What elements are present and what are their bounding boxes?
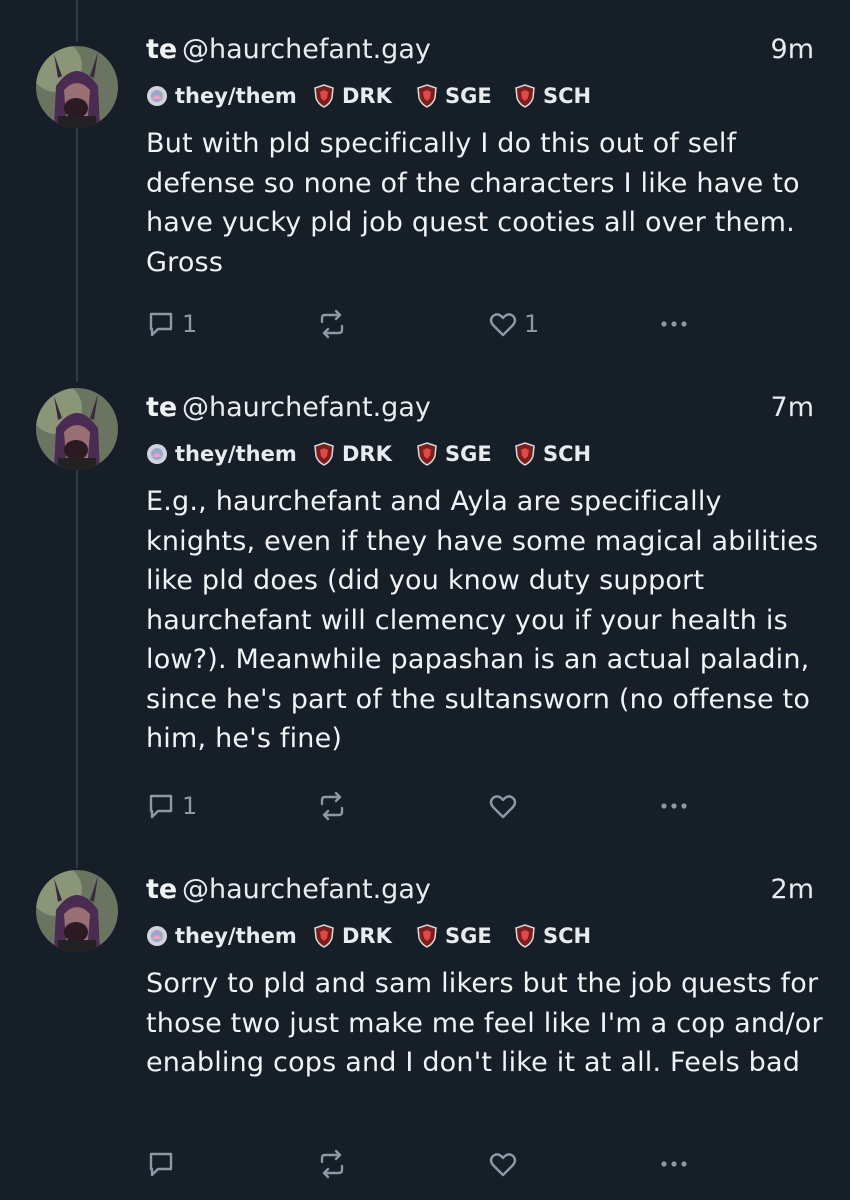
heart-icon bbox=[489, 1153, 517, 1177]
job-badge-drk: DRK bbox=[313, 438, 392, 470]
repost-button[interactable] bbox=[316, 786, 354, 826]
post-text: Sorry to pld and sam likers but the job … bbox=[146, 968, 823, 1078]
like-button[interactable]: 1 bbox=[488, 304, 539, 344]
job-label: DRK bbox=[342, 924, 392, 948]
heart-icon bbox=[489, 795, 517, 819]
job-label: SCH bbox=[543, 442, 592, 466]
job-label: DRK bbox=[342, 442, 392, 466]
avatar[interactable] bbox=[36, 870, 118, 952]
job-label: SGE bbox=[445, 442, 492, 466]
pronoun-badge: they/them bbox=[146, 80, 297, 112]
job-label: DRK bbox=[342, 84, 392, 108]
timestamp[interactable]: 9m bbox=[771, 30, 814, 70]
like-button[interactable] bbox=[488, 786, 524, 826]
reply-icon bbox=[149, 794, 173, 819]
shield-badge-icon bbox=[417, 924, 437, 948]
display-name[interactable]: te bbox=[146, 30, 177, 70]
job-badge-drk: DRK bbox=[313, 920, 392, 952]
job-label: SCH bbox=[543, 84, 592, 108]
post-header: te @haurchefant.gay 2m bbox=[146, 870, 820, 910]
more-icon bbox=[661, 803, 687, 809]
reply-icon bbox=[149, 312, 173, 337]
more-button[interactable] bbox=[658, 1144, 690, 1184]
post-header: te @haurchefant.gay 9m bbox=[146, 30, 820, 70]
reply-count: 1 bbox=[182, 792, 198, 820]
post[interactable]: te @haurchefant.gay 2m they/them DRK SGE… bbox=[0, 870, 850, 1200]
shield-badge-icon bbox=[314, 924, 334, 948]
pronoun-badge-icon bbox=[147, 86, 167, 106]
reply-icon bbox=[149, 1152, 173, 1177]
shield-badge-icon bbox=[515, 442, 535, 466]
repost-icon bbox=[320, 309, 344, 339]
more-icon bbox=[661, 1161, 687, 1167]
timestamp[interactable]: 2m bbox=[771, 870, 814, 910]
user-handle[interactable]: @haurchefant.gay bbox=[182, 30, 431, 70]
repost-button[interactable] bbox=[316, 304, 354, 344]
heart-icon bbox=[489, 313, 517, 337]
repost-icon bbox=[320, 791, 344, 821]
user-badges: they/them DRK SGE SCH bbox=[146, 438, 826, 470]
pronoun-badge-icon bbox=[147, 926, 167, 946]
job-label: SCH bbox=[543, 924, 592, 948]
avatar[interactable] bbox=[36, 388, 118, 470]
job-badge-drk: DRK bbox=[313, 80, 392, 112]
pronoun-badge: they/them bbox=[146, 438, 297, 470]
shield-badge-icon bbox=[417, 442, 437, 466]
reply-button[interactable] bbox=[146, 1144, 182, 1184]
shield-badge-icon bbox=[314, 442, 334, 466]
more-button[interactable] bbox=[658, 304, 690, 344]
avatar[interactable] bbox=[36, 46, 118, 128]
shield-badge-icon bbox=[417, 84, 437, 108]
job-badge-sge: SGE bbox=[416, 80, 492, 112]
shield-badge-icon bbox=[515, 924, 535, 948]
user-handle[interactable]: @haurchefant.gay bbox=[182, 870, 431, 910]
post[interactable]: te @haurchefant.gay 9m they/them DRK SGE… bbox=[0, 30, 850, 350]
like-button[interactable] bbox=[488, 1144, 524, 1184]
user-badges: they/them DRK SGE SCH bbox=[146, 920, 826, 952]
job-label: SGE bbox=[445, 924, 492, 948]
job-badge-sch: SCH bbox=[514, 80, 591, 112]
post-header: te @haurchefant.gay 7m bbox=[146, 388, 820, 428]
post-actions bbox=[146, 1144, 826, 1184]
more-button[interactable] bbox=[658, 786, 690, 826]
user-badges: they/them DRK SGE SCH bbox=[146, 80, 826, 112]
post-text: But with pld specifically I do this out … bbox=[146, 128, 800, 278]
shield-badge-icon bbox=[515, 84, 535, 108]
reply-button[interactable]: 1 bbox=[146, 304, 197, 344]
job-badge-sch: SCH bbox=[514, 920, 591, 952]
pronoun-label: they/them bbox=[175, 442, 297, 466]
reply-button[interactable]: 1 bbox=[146, 786, 197, 826]
user-handle[interactable]: @haurchefant.gay bbox=[182, 388, 431, 428]
timestamp[interactable]: 7m bbox=[771, 388, 814, 428]
display-name[interactable]: te bbox=[146, 388, 177, 428]
pronoun-badge-icon bbox=[147, 444, 167, 464]
shield-badge-icon bbox=[314, 84, 334, 108]
post-actions: 1 1 bbox=[146, 304, 826, 344]
repost-icon bbox=[320, 1149, 344, 1179]
pronoun-label: they/them bbox=[175, 84, 297, 108]
display-name[interactable]: te bbox=[146, 870, 177, 910]
job-badge-sge: SGE bbox=[416, 920, 492, 952]
more-icon bbox=[661, 321, 687, 327]
post[interactable]: te @haurchefant.gay 7m they/them DRK SGE… bbox=[0, 388, 850, 838]
job-badge-sch: SCH bbox=[514, 438, 591, 470]
post-actions: 1 bbox=[146, 786, 826, 826]
like-count: 1 bbox=[524, 310, 540, 338]
pronoun-badge: they/them bbox=[146, 920, 297, 952]
job-label: SGE bbox=[445, 84, 492, 108]
job-badge-sge: SGE bbox=[416, 438, 492, 470]
reply-count: 1 bbox=[182, 310, 198, 338]
post-text: E.g., haurchefant and Ayla are specifica… bbox=[146, 486, 819, 754]
pronoun-label: they/them bbox=[175, 924, 297, 948]
repost-button[interactable] bbox=[316, 1144, 354, 1184]
